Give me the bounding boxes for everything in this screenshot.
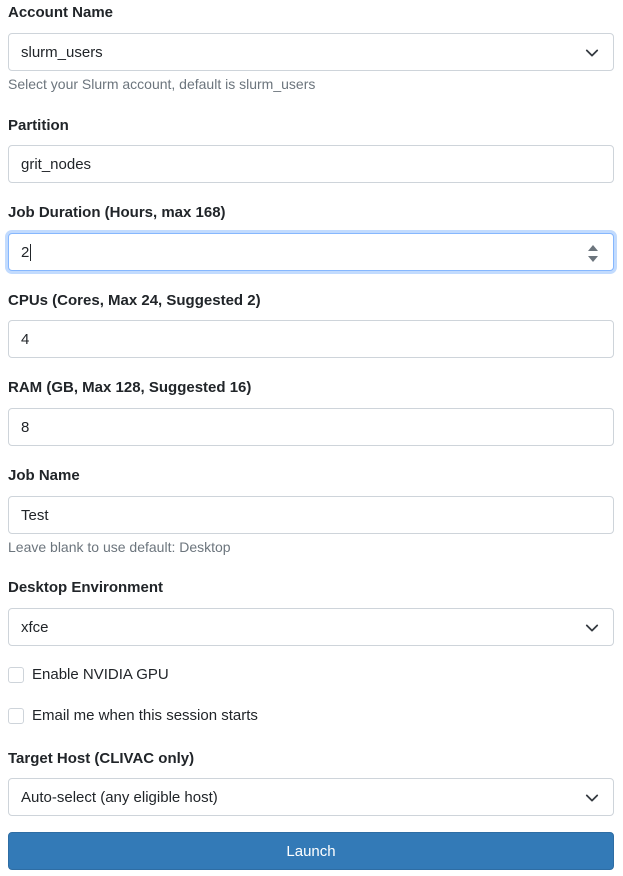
cpus-value: 4 xyxy=(21,330,30,348)
ram-label: RAM (GB, Max 128, Suggested 16) xyxy=(8,379,252,396)
email-checkbox-label[interactable]: Email me when this session starts xyxy=(32,707,258,724)
partition-input[interactable]: grit_nodes xyxy=(8,145,614,183)
cpus-label: CPUs (Cores, Max 24, Suggested 2) xyxy=(8,292,261,309)
job-duration-input[interactable]: 2 xyxy=(8,233,614,271)
chevron-down-icon xyxy=(585,49,599,57)
target-host-value: Auto-select (any eligible host) xyxy=(21,788,218,806)
job-duration-label: Job Duration (Hours, max 168) xyxy=(8,204,226,221)
account-name-value: slurm_users xyxy=(21,43,103,61)
spinner-arrows-icon[interactable] xyxy=(587,241,599,265)
job-duration-value: 2 xyxy=(21,243,30,261)
chevron-down-icon xyxy=(585,624,599,632)
cpus-input[interactable]: 4 xyxy=(8,320,614,358)
ram-value: 8 xyxy=(21,418,30,436)
gpu-checkbox-row[interactable]: Enable NVIDIA GPU xyxy=(8,666,169,683)
email-checkbox-row[interactable]: Email me when this session starts xyxy=(8,707,258,724)
gpu-checkbox-label[interactable]: Enable NVIDIA GPU xyxy=(32,666,169,683)
job-name-label: Job Name xyxy=(8,467,80,484)
launch-button-label[interactable]: Launch xyxy=(286,843,335,860)
partition-label: Partition xyxy=(8,117,69,134)
target-host-select[interactable]: Auto-select (any eligible host) xyxy=(8,778,614,816)
job-name-help: Leave blank to use default: Desktop xyxy=(8,539,231,555)
email-checkbox[interactable] xyxy=(8,707,24,724)
partition-value: grit_nodes xyxy=(21,155,92,173)
account-name-label: Account Name xyxy=(8,4,114,21)
account-name-select[interactable]: slurm_users xyxy=(8,33,614,71)
desktop-environment-select[interactable]: xfce xyxy=(8,608,614,646)
launch-button[interactable]: Launch xyxy=(8,832,614,870)
job-name-input[interactable]: Test xyxy=(8,496,614,534)
account-name-help: Select your Slurm account, default is sl… xyxy=(8,76,316,92)
gpu-checkbox[interactable] xyxy=(8,666,24,683)
chevron-down-icon xyxy=(585,794,599,802)
text-cursor xyxy=(30,243,32,261)
target-host-label: Target Host (CLIVAC only) xyxy=(8,750,195,767)
job-name-value: Test xyxy=(21,506,49,524)
ram-input[interactable]: 8 xyxy=(8,408,614,446)
desktop-environment-value: xfce xyxy=(21,618,49,636)
desktop-environment-label: Desktop Environment xyxy=(8,579,164,596)
